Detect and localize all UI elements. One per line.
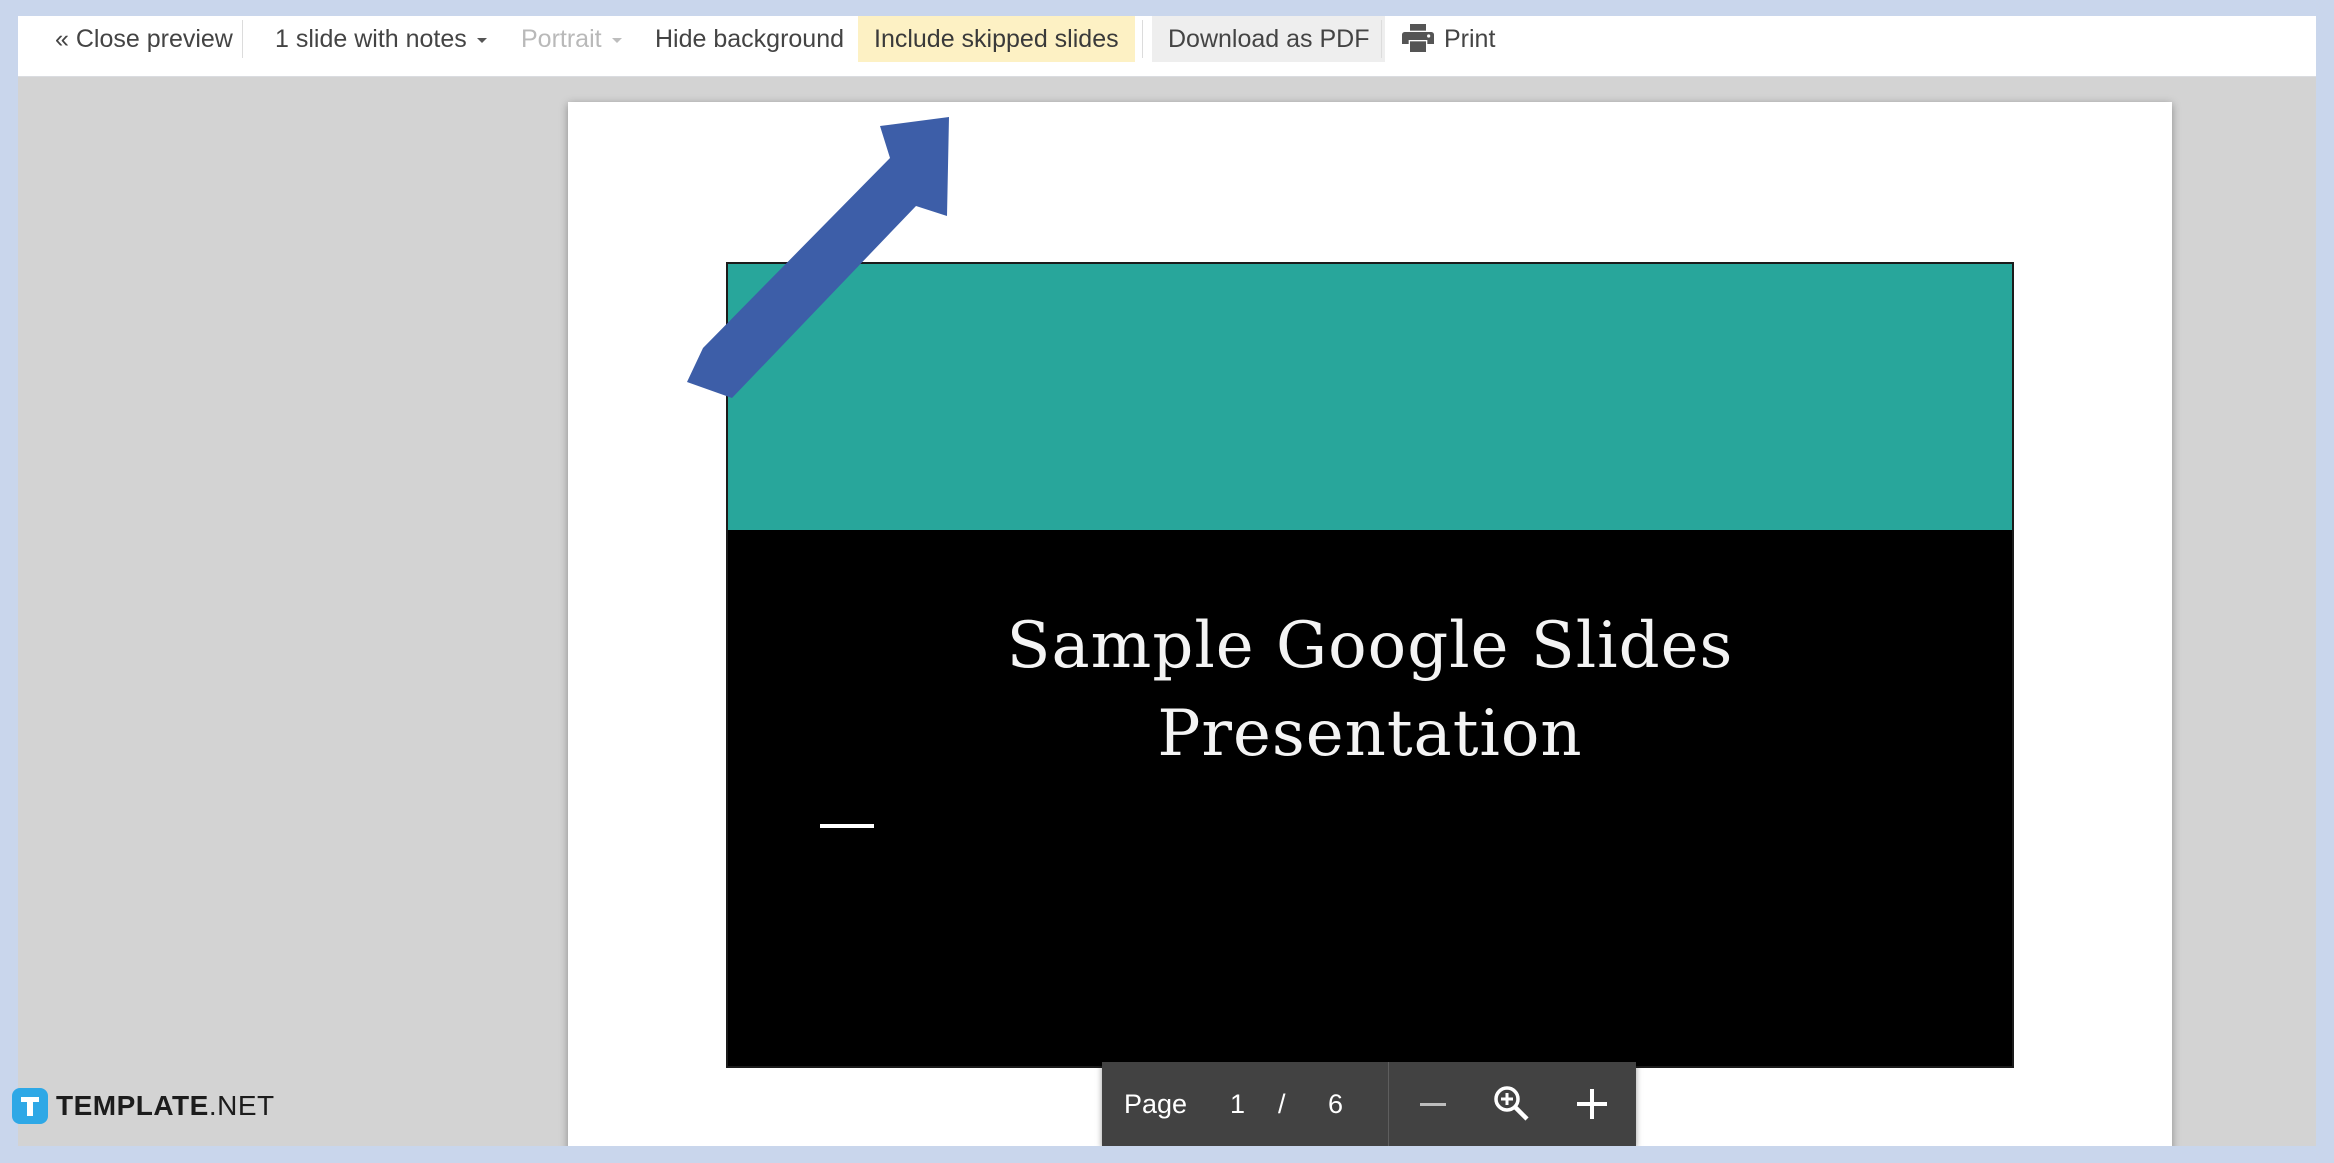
preview-frame: « Close preview 1 slide with notes Portr… xyxy=(18,16,2316,1146)
template-logo-icon xyxy=(12,1088,48,1124)
template-net-logo: TEMPLATE.NET xyxy=(12,1086,275,1126)
zoom-out-button[interactable] xyxy=(1403,1062,1463,1146)
template-logo-text: TEMPLATE.NET xyxy=(56,1090,275,1121)
zoom-out-icon xyxy=(1420,1103,1446,1106)
current-page-number[interactable]: 1 xyxy=(1230,1062,1245,1146)
zoom-in-icon xyxy=(1494,1086,1529,1121)
annotation-arrow-icon xyxy=(687,117,949,398)
page-separator: / xyxy=(1278,1089,1286,1119)
total-pages: 6 xyxy=(1328,1089,1344,1119)
pager-divider xyxy=(1388,1062,1389,1146)
zoom-in-button[interactable] xyxy=(1562,1062,1622,1146)
zoom-plus-icon xyxy=(1577,1089,1607,1119)
page-controls: Page 1 / 6 xyxy=(1102,1062,1636,1146)
page-label: Page xyxy=(1124,1089,1188,1119)
zoom-fit-button[interactable] xyxy=(1482,1062,1542,1146)
